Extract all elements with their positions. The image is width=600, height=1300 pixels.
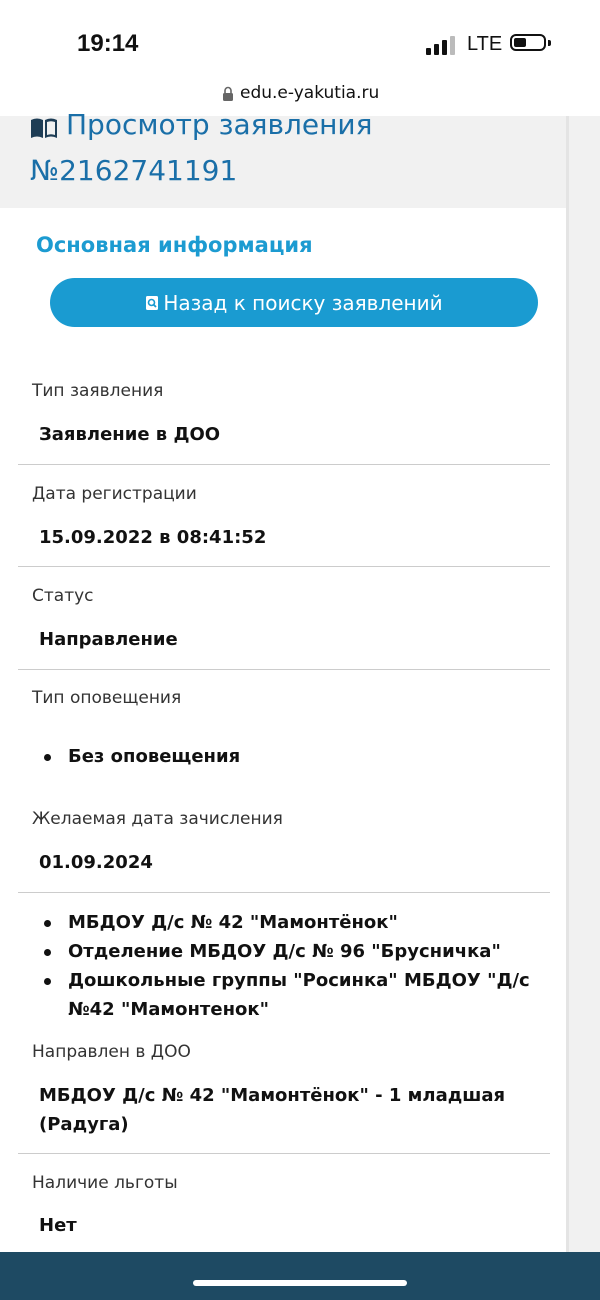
benefit-value: Нет <box>39 1215 77 1236</box>
benefit-label: Наличие льготы <box>32 1173 178 1193</box>
registration-date-label: Дата регистрации <box>32 484 197 504</box>
url-text: edu.e-yakutia.ru <box>240 83 380 103</box>
registration-date-value: 15.09.2022 в 08:41:52 <box>39 527 267 548</box>
preferred-doo-list: МБДОУ Д/с № 42 "Мамонтёнок" Отделение МБ… <box>0 908 548 1024</box>
desired-enrollment-date-value: 01.09.2024 <box>39 852 153 873</box>
status-value: Направление <box>39 629 178 650</box>
list-item: Без оповещения <box>0 742 548 771</box>
lock-icon <box>223 86 233 101</box>
notification-type-list: Без оповещения <box>0 742 548 771</box>
signal-icon <box>426 35 458 55</box>
desired-enrollment-date-label: Желаемая дата зачисления <box>32 809 283 829</box>
application-type-value: Заявление в ДОО <box>39 424 221 445</box>
assigned-doo-label: Направлен в ДОО <box>32 1042 191 1062</box>
status-bar: 19:14 LTE <box>0 0 600 80</box>
home-indicator[interactable] <box>193 1280 407 1286</box>
notification-type-label: Тип оповещения <box>32 688 182 708</box>
page-title: Просмотр заявления <box>66 108 373 141</box>
status-time: 19:14 <box>77 30 139 57</box>
list-item: МБДОУ Д/с № 42 "Мамонтёнок" <box>0 908 548 937</box>
divider <box>18 566 550 567</box>
divider <box>18 1153 550 1154</box>
divider <box>18 464 550 465</box>
assigned-doo-value: МБДОУ Д/с № 42 "Мамонтёнок" - 1 младшая … <box>39 1085 506 1135</box>
list-item: Дошкольные группы "Росинка" МБДОУ "Д/с №… <box>0 966 548 1024</box>
search-doc-icon <box>146 295 159 310</box>
divider <box>18 669 550 670</box>
bottom-bar <box>0 1252 600 1300</box>
book-icon <box>31 118 57 138</box>
network-type: LTE <box>467 33 503 55</box>
back-button-label: Назад к поиску заявлений <box>163 290 443 315</box>
section-title: Основная информация <box>36 233 313 257</box>
battery-tip <box>548 40 551 46</box>
list-item: Отделение МБДОУ Д/с № 96 "Брусничка" <box>0 937 548 966</box>
status-label: Статус <box>32 586 94 606</box>
page-edge <box>566 116 600 1252</box>
application-number: №2162741191 <box>30 154 238 187</box>
application-type-label: Тип заявления <box>32 381 164 401</box>
back-to-search-button[interactable]: Назад к поиску заявлений <box>50 278 538 327</box>
page-header: Просмотр заявления №2162741191 <box>0 108 566 208</box>
divider <box>18 892 550 893</box>
battery-icon <box>510 34 546 51</box>
